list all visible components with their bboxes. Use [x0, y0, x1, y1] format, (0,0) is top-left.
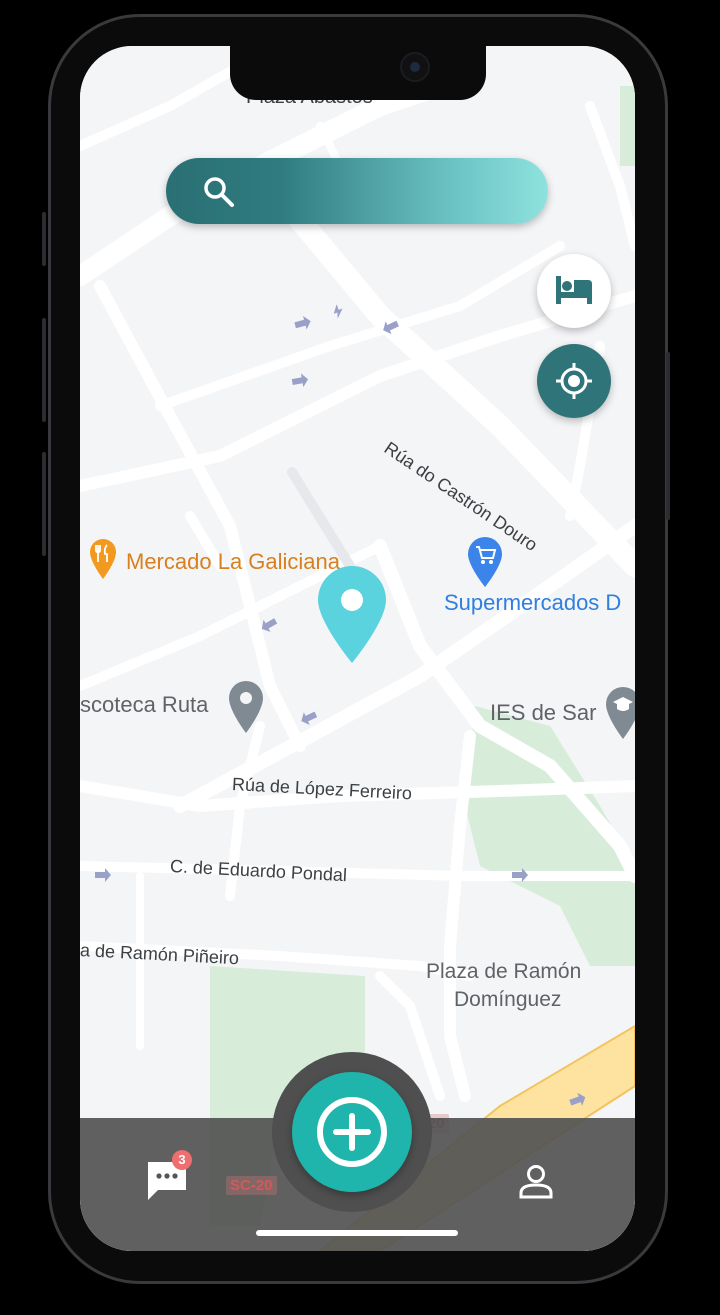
- search-icon[interactable]: [202, 175, 236, 209]
- bed-icon: [556, 276, 592, 304]
- place-pin-icon[interactable]: [228, 680, 264, 734]
- poi-label-ies[interactable]: IES de Sar: [490, 700, 596, 726]
- add-circle-icon: [317, 1097, 387, 1167]
- shopping-pin-icon[interactable]: [466, 536, 504, 588]
- search-input[interactable]: [250, 172, 534, 212]
- add-button[interactable]: [292, 1072, 412, 1192]
- power-button: [666, 352, 670, 520]
- profile-icon[interactable]: [518, 1163, 554, 1199]
- poi-label-supermercados[interactable]: Supermercados D: [444, 590, 621, 616]
- restaurant-pin-icon[interactable]: [88, 538, 118, 580]
- app-screen: Plaza Abastos Rúa do Castrón Douro Rúa d…: [80, 46, 635, 1251]
- my-location-button[interactable]: [537, 344, 611, 418]
- map-pin-icon[interactable]: [316, 566, 388, 664]
- volume-up-button: [42, 318, 46, 422]
- poi-label-discoteca[interactable]: scoteca Ruta: [80, 692, 208, 718]
- school-pin-icon[interactable]: [605, 686, 635, 740]
- search-bar[interactable]: [166, 158, 548, 224]
- poi-label-plaza-ramon-2[interactable]: Domínguez: [454, 988, 561, 1012]
- chat-notification-badge: 3: [172, 1150, 192, 1170]
- poi-label-mercado[interactable]: Mercado La Galiciana: [126, 549, 340, 575]
- home-indicator[interactable]: [256, 1230, 458, 1236]
- hotels-button[interactable]: [537, 254, 611, 328]
- volume-down-button: [42, 452, 46, 556]
- my-location-icon: [556, 363, 592, 399]
- poi-label-plaza-ramon-1[interactable]: Plaza de Ramón: [426, 960, 581, 984]
- front-camera: [400, 52, 430, 82]
- mute-switch: [42, 212, 46, 266]
- device-notch: [230, 46, 486, 100]
- road-shield-sc20-lower: SC-20: [226, 1176, 277, 1195]
